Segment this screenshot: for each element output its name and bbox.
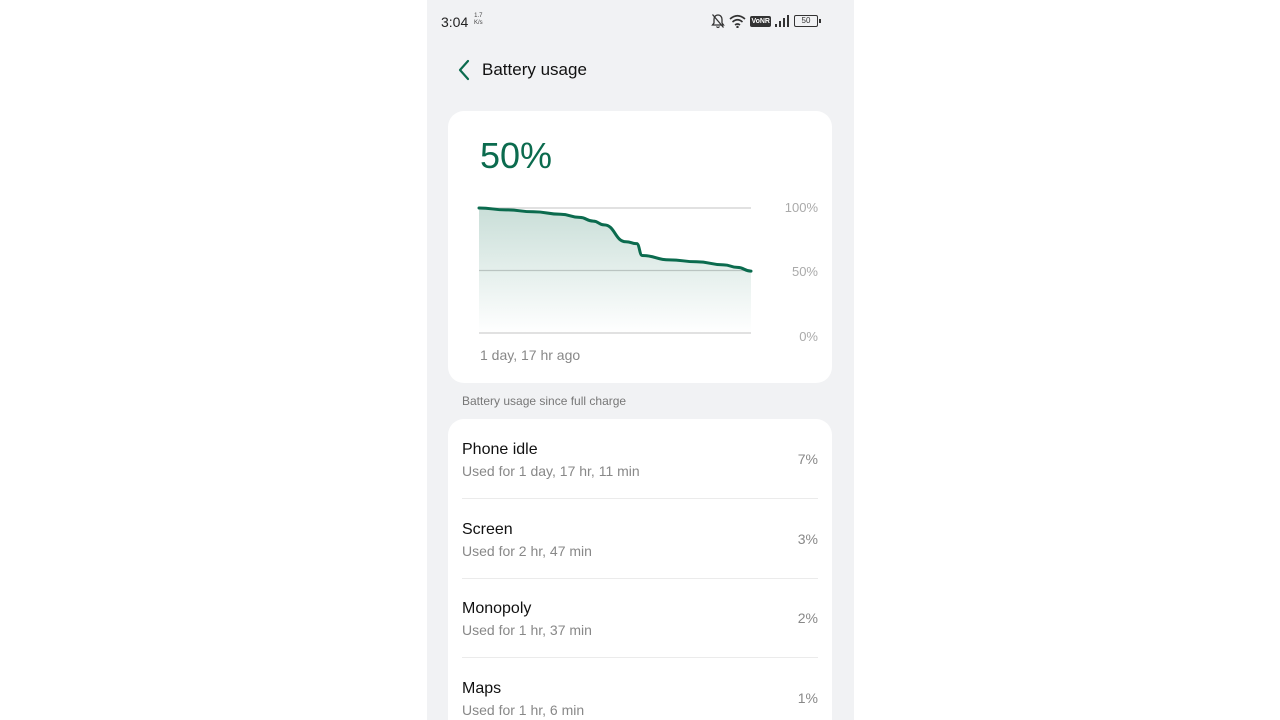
app-header: Battery usage — [427, 52, 854, 88]
list-item-percent: 3% — [797, 531, 818, 547]
bell-off-icon — [711, 14, 726, 29]
page-title: Battery usage — [482, 60, 587, 79]
list-item-usage: Used for 2 hr, 47 min — [462, 543, 592, 559]
y-label-50: 50% — [791, 264, 818, 279]
list-item-usage: Used for 1 day, 17 hr, 11 min — [462, 463, 640, 479]
list-item-name: Maps — [462, 680, 502, 697]
battery-icon: 50 — [794, 15, 821, 27]
y-label-100: 100% — [784, 200, 818, 215]
status-bar: 3:04 1.7 K/s VoNR 50 — [427, 0, 854, 42]
battery-summary-card: 50% 100% 50% 0% 1 day, 17 hr ago — [448, 111, 832, 383]
status-icons: VoNR 50 — [711, 12, 821, 30]
list-item-screen[interactable]: Screen Used for 2 hr, 47 min 3% — [462, 499, 818, 579]
signal-icon — [775, 15, 789, 27]
battery-level-chart — [477, 206, 753, 334]
list-item-usage: Used for 1 hr, 37 min — [462, 622, 592, 638]
list-item-name: Screen — [462, 521, 513, 538]
list-item-usage: Used for 1 hr, 6 min — [462, 702, 585, 718]
wifi-icon — [729, 14, 746, 28]
network-speed: 1.7 K/s — [474, 13, 483, 27]
list-item-name: Monopoly — [462, 600, 532, 617]
list-item-percent: 1% — [797, 690, 818, 706]
list-item-phone-idle[interactable]: Phone idle Used for 1 day, 17 hr, 11 min… — [462, 419, 818, 499]
network-speed-unit: K/s — [474, 20, 483, 26]
list-item-monopoly[interactable]: Monopoly Used for 1 hr, 37 min 2% — [462, 578, 818, 658]
phone-screen: 3:04 1.7 K/s VoNR 50 Battery usage 50% 1… — [427, 0, 854, 720]
section-label: Battery usage since full charge — [462, 394, 627, 408]
back-arrow-icon[interactable] — [455, 58, 475, 82]
battery-area-fill — [479, 208, 751, 333]
app-usage-list: Phone idle Used for 1 day, 17 hr, 11 min… — [448, 419, 832, 720]
list-item-percent: 7% — [797, 451, 818, 467]
y-label-0: 0% — [799, 329, 818, 344]
list-item-name: Phone idle — [462, 441, 538, 458]
status-time: 3:04 — [441, 14, 469, 30]
chart-start-label: 1 day, 17 hr ago — [480, 347, 581, 363]
volte-badge: VoNR — [750, 15, 771, 27]
list-item-maps[interactable]: Maps Used for 1 hr, 6 min 1% — [462, 658, 818, 720]
network-speed-value: 1.7 — [474, 13, 483, 19]
list-item-percent: 2% — [797, 610, 818, 626]
